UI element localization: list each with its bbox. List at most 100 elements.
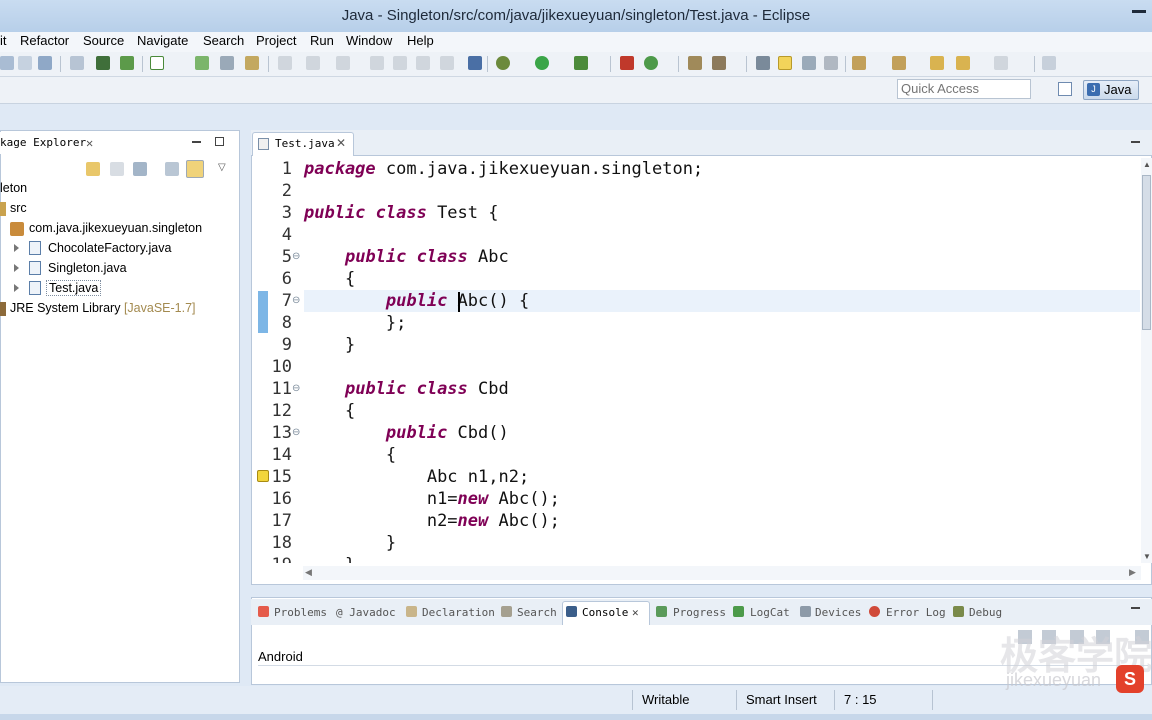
menu-refactor[interactable]: Refactor xyxy=(20,33,69,48)
tree-item-package[interactable]: com.java.jikexueyuan.singleton xyxy=(29,221,202,235)
expand-icon[interactable] xyxy=(14,284,19,292)
close-icon[interactable]: ✕ xyxy=(86,132,93,154)
devices-icon xyxy=(800,606,811,617)
tree-item-src[interactable]: src xyxy=(10,201,27,215)
fold-icon[interactable]: ⊖ xyxy=(292,295,300,306)
code-line: public Abc() { xyxy=(385,291,530,311)
back-nav-icon[interactable] xyxy=(86,162,100,176)
menu-edit[interactable]: it xyxy=(0,33,7,48)
menu-run[interactable]: Run xyxy=(310,33,334,48)
tab-search[interactable]: Search xyxy=(517,606,557,619)
menu-source[interactable]: Source xyxy=(83,33,124,48)
line-number: 10 xyxy=(271,357,292,377)
minimize-view-icon[interactable] xyxy=(1131,607,1140,609)
skip-breakpoints-icon[interactable] xyxy=(468,56,482,70)
menu-project[interactable]: Project xyxy=(256,33,296,48)
menu-help[interactable]: Help xyxy=(407,33,434,48)
last-edit-icon[interactable] xyxy=(930,56,944,70)
quick-access-input[interactable] xyxy=(897,79,1031,99)
main-toolbar xyxy=(0,52,1152,77)
scroll-down-icon[interactable]: ▼ xyxy=(1143,552,1151,561)
pilcrow-icon[interactable] xyxy=(824,56,838,70)
tab-devices[interactable]: Devices xyxy=(815,606,861,619)
tab-console[interactable]: Console xyxy=(582,606,628,619)
line-number: 8 xyxy=(281,313,292,333)
open-type-icon[interactable] xyxy=(688,56,702,70)
line-number: 4 xyxy=(281,225,292,245)
expand-icon[interactable] xyxy=(14,244,19,252)
up-nav-icon[interactable] xyxy=(133,162,147,176)
fold-icon[interactable]: ⊖ xyxy=(292,383,300,394)
fold-icon[interactable]: ⊖ xyxy=(292,427,300,438)
prev-annotation-icon[interactable] xyxy=(892,56,906,70)
run-icon[interactable] xyxy=(535,56,549,70)
new-package-icon[interactable] xyxy=(620,56,634,70)
fold-icon[interactable]: ⊖ xyxy=(292,251,300,262)
line-number: 2 xyxy=(281,181,292,201)
debug-icon[interactable] xyxy=(496,56,510,70)
maximize-view-icon[interactable] xyxy=(215,137,224,146)
pin-editor-icon[interactable] xyxy=(1042,56,1056,70)
tree-item-test[interactable]: Test.java xyxy=(46,280,102,296)
view-menu-icon[interactable]: ▽ xyxy=(218,162,226,173)
print-icon[interactable] xyxy=(38,56,52,70)
tab-javadoc[interactable]: @ Javadoc xyxy=(336,606,396,619)
tab-debug[interactable]: Debug xyxy=(969,606,1002,619)
code-line: { xyxy=(344,401,356,421)
code-line: Abc n1,n2; xyxy=(426,467,530,487)
search-tool-icon[interactable] xyxy=(712,56,726,70)
open-perspective-icon[interactable] xyxy=(1058,82,1072,96)
download-icon[interactable] xyxy=(96,56,110,70)
minimize-icon[interactable] xyxy=(1132,10,1146,13)
tree-item-singleton[interactable]: Singleton.java xyxy=(48,261,127,275)
tab-progress[interactable]: Progress xyxy=(673,606,726,619)
binary-icon[interactable] xyxy=(70,56,84,70)
tab-error-log[interactable]: Error Log xyxy=(886,606,946,619)
new-icon[interactable] xyxy=(0,56,14,70)
tab-logcat[interactable]: LogCat xyxy=(750,606,790,619)
progress-icon xyxy=(656,606,667,617)
collapse-all-icon[interactable] xyxy=(165,162,179,176)
highlight-icon[interactable] xyxy=(778,56,792,70)
save-icon[interactable] xyxy=(18,56,32,70)
checkbox-icon[interactable] xyxy=(150,56,164,70)
next-annotation-icon[interactable] xyxy=(852,56,866,70)
horizontal-scrollbar[interactable] xyxy=(303,566,1141,580)
line-number: 14 xyxy=(271,445,292,465)
tree-item-project[interactable]: leton xyxy=(0,181,27,195)
expand-icon[interactable] xyxy=(14,264,19,272)
close-icon[interactable]: ✕ xyxy=(632,606,639,619)
forward-icon xyxy=(994,56,1008,70)
new-class-icon[interactable] xyxy=(644,56,658,70)
close-icon[interactable]: ✕ xyxy=(336,136,346,150)
minimize-view-icon[interactable] xyxy=(1131,141,1140,143)
menu-navigate[interactable]: Navigate xyxy=(137,33,188,48)
show-whitespace-icon[interactable] xyxy=(802,56,816,70)
android-sdk-icon[interactable] xyxy=(120,56,134,70)
line-number: 3 xyxy=(281,203,292,223)
back-icon[interactable] xyxy=(956,56,970,70)
tree-item-jre[interactable]: JRE System Library [JavaSE-1.7] xyxy=(10,301,196,315)
menu-window[interactable]: Window xyxy=(346,33,392,48)
run-external-icon[interactable] xyxy=(574,56,588,70)
lint-icon[interactable] xyxy=(220,56,234,70)
menu-search[interactable]: Search xyxy=(203,33,244,48)
new-android-icon[interactable] xyxy=(195,56,209,70)
line-number: 19 xyxy=(256,555,292,563)
package-explorer-tab[interactable]: kage Explorer ✕ xyxy=(0,132,104,154)
tab-declaration[interactable]: Declaration xyxy=(422,606,495,619)
tree-item-chocolatefactory[interactable]: ChocolateFactory.java xyxy=(48,241,171,255)
tab-problems[interactable]: Problems xyxy=(274,606,327,619)
scroll-up-icon[interactable]: ▲ xyxy=(1143,160,1151,169)
link-with-editor-icon[interactable] xyxy=(186,160,204,178)
minimize-view-icon[interactable] xyxy=(192,141,201,143)
build-icon[interactable] xyxy=(245,56,259,70)
scroll-left-icon[interactable]: ◀ xyxy=(305,567,312,578)
scroll-right-icon[interactable]: ▶ xyxy=(1129,567,1136,578)
vertical-scroll-thumb[interactable] xyxy=(1142,175,1151,330)
toggle-mark-icon[interactable] xyxy=(756,56,770,70)
java-file-icon xyxy=(29,241,41,255)
code-line: public class Abc xyxy=(344,247,509,267)
status-bar xyxy=(0,686,1152,714)
disabled-icon-3 xyxy=(336,56,350,70)
